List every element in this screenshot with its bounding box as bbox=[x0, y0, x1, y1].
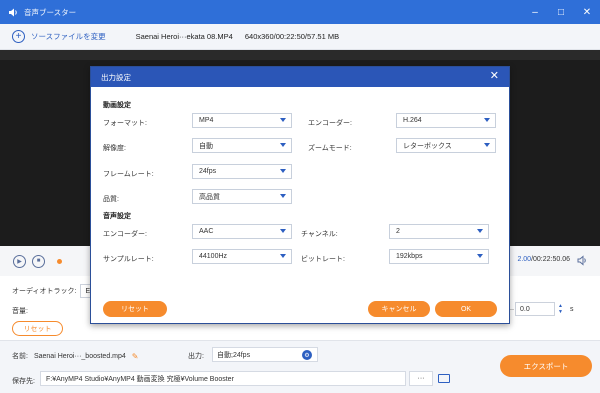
resolution-value: 自動 bbox=[199, 142, 213, 150]
video-encoder-value: H.264 bbox=[403, 117, 422, 124]
output-label: 出力: bbox=[188, 353, 204, 360]
frame-rate-value: 24fps bbox=[199, 168, 217, 175]
change-source-file-button[interactable]: + ソースファイルを変更 bbox=[12, 30, 106, 43]
format-value: MP4 bbox=[199, 117, 214, 124]
output-format-value: 自動;24fps bbox=[217, 351, 251, 359]
total-time: /00:22:50.06 bbox=[531, 256, 570, 263]
channel-label: チャンネル: bbox=[301, 231, 338, 238]
chevron-down-icon bbox=[484, 118, 490, 122]
change-source-file-label: ソースファイルを変更 bbox=[31, 32, 106, 41]
zoom-mode-label: ズームモード: bbox=[308, 145, 352, 152]
sample-rate-value: 44100Hz bbox=[199, 253, 228, 260]
chevron-down-icon bbox=[280, 143, 286, 147]
stop-icon[interactable]: ■ bbox=[32, 254, 45, 268]
sample-rate-label: サンプルレート: bbox=[103, 256, 154, 263]
title-bar: 音声ブースター – □ ✕ bbox=[0, 0, 600, 24]
output-format-box: 自動;24fps ⚙ bbox=[212, 347, 318, 362]
output-file-name: Saenai Heroi···_boosted.mp4 bbox=[33, 352, 126, 360]
channel-value: 2 bbox=[396, 228, 400, 235]
format-select[interactable]: MP4 bbox=[192, 113, 292, 128]
open-folder-icon[interactable] bbox=[438, 374, 450, 383]
resolution-label: 解像度: bbox=[103, 145, 126, 152]
source-file-name: Saenai Heroi···ekata 08.MP4 bbox=[135, 32, 233, 41]
resolution-select[interactable]: 自動 bbox=[192, 138, 292, 153]
delay-unit: s bbox=[570, 305, 574, 313]
current-time: 2.00 bbox=[517, 256, 532, 263]
frame-rate-select[interactable]: 24fps bbox=[192, 164, 292, 179]
window-title: 音声ブースター bbox=[24, 7, 77, 17]
chevron-down-icon bbox=[484, 143, 490, 147]
chevron-down-icon bbox=[477, 229, 483, 233]
export-button[interactable]: エクスポート bbox=[500, 355, 592, 377]
maximize-button[interactable]: □ bbox=[548, 0, 574, 24]
save-to-label: 保存先: bbox=[12, 378, 35, 385]
window-controls: – □ ✕ bbox=[522, 0, 600, 24]
volume-label: 音量: bbox=[12, 308, 28, 315]
dialog-reset-button[interactable]: リセット bbox=[103, 301, 167, 317]
dialog-header: 出力設定 ✕ bbox=[91, 67, 509, 87]
progress-handle[interactable] bbox=[57, 258, 62, 264]
volume-reset-button[interactable]: リセット bbox=[12, 321, 63, 336]
cancel-button[interactable]: キャンセル bbox=[368, 301, 430, 317]
format-label: フォーマット: bbox=[103, 120, 147, 127]
source-file-info: Saenai Heroi···ekata 08.MP4 640x360/00:2… bbox=[136, 32, 339, 41]
chevron-down-icon bbox=[280, 169, 286, 173]
speaker-app-icon bbox=[6, 5, 20, 19]
bitrate-select[interactable]: 192kbps bbox=[389, 249, 489, 264]
close-icon[interactable]: ✕ bbox=[490, 71, 499, 82]
dialog-title: 出力設定 bbox=[101, 72, 131, 82]
ok-button[interactable]: OK bbox=[435, 301, 497, 317]
name-label: 名前: bbox=[12, 353, 28, 360]
playback-time: 2.00/00:22:50.06 bbox=[517, 256, 570, 263]
preview-top-strip bbox=[0, 50, 600, 60]
quality-value: 高品質 bbox=[199, 193, 220, 201]
bitrate-label: ビットレート: bbox=[301, 256, 345, 263]
audio-settings-heading: 音声設定 bbox=[103, 213, 131, 220]
chevron-down-icon bbox=[280, 118, 286, 122]
chevron-down-icon bbox=[477, 254, 483, 258]
audio-track-label: オーディオトラック: bbox=[12, 288, 77, 295]
bottom-bar: 名前: Saenai Heroi···_boosted.mp4 ✎ 出力: 自動… bbox=[0, 340, 600, 393]
play-icon[interactable]: ▶ bbox=[13, 254, 26, 268]
browse-button[interactable]: ··· bbox=[409, 371, 433, 386]
video-encoder-select[interactable]: H.264 bbox=[396, 113, 496, 128]
volume-icon[interactable] bbox=[577, 255, 588, 266]
zoom-mode-value: レターボックス bbox=[403, 142, 452, 150]
plus-icon: + bbox=[12, 30, 25, 43]
chevron-down-icon bbox=[280, 229, 286, 233]
output-name-row: 名前: Saenai Heroi···_boosted.mp4 ✎ bbox=[12, 351, 138, 361]
chevron-down-icon bbox=[280, 254, 286, 258]
chevron-down-icon bbox=[280, 194, 286, 198]
sample-rate-select[interactable]: 44100Hz bbox=[192, 249, 292, 264]
save-path-field[interactable]: F:¥AnyMP4 Studio¥AnyMP4 動画変換 究極¥Volume B… bbox=[40, 371, 406, 386]
close-window-button[interactable]: ✕ bbox=[574, 0, 600, 24]
channel-select[interactable]: 2 bbox=[389, 224, 489, 239]
output-settings-dialog: 出力設定 ✕ 動画設定 フォーマット: MP4 エンコーダー: H.264 解像… bbox=[90, 66, 510, 324]
delay-input[interactable]: 0.0 bbox=[515, 302, 555, 316]
frame-rate-label: フレームレート: bbox=[103, 171, 154, 178]
settings-gear-icon[interactable]: ⚙ bbox=[302, 350, 312, 360]
delay-control: 0.0 ▲ ▼ s bbox=[515, 302, 574, 316]
audio-encoder-label: エンコーダー: bbox=[103, 231, 147, 238]
audio-encoder-select[interactable]: AAC bbox=[192, 224, 292, 239]
edit-icon[interactable]: ✎ bbox=[132, 352, 139, 361]
delay-stepper[interactable]: ▲ ▼ bbox=[558, 303, 566, 315]
zoom-mode-select[interactable]: レターボックス bbox=[396, 138, 496, 153]
bitrate-value: 192kbps bbox=[396, 253, 423, 260]
source-file-meta: 640x360/00:22:50/57.51 MB bbox=[244, 32, 340, 41]
video-settings-heading: 動画設定 bbox=[103, 102, 131, 109]
audio-encoder-value: AAC bbox=[199, 228, 214, 235]
video-encoder-label: エンコーダー: bbox=[308, 120, 352, 127]
quality-label: 品質: bbox=[103, 196, 119, 203]
minimize-button[interactable]: – bbox=[522, 0, 548, 24]
quality-select[interactable]: 高品質 bbox=[192, 189, 292, 204]
toolbar: + ソースファイルを変更 Saenai Heroi···ekata 08.MP4… bbox=[0, 24, 600, 50]
